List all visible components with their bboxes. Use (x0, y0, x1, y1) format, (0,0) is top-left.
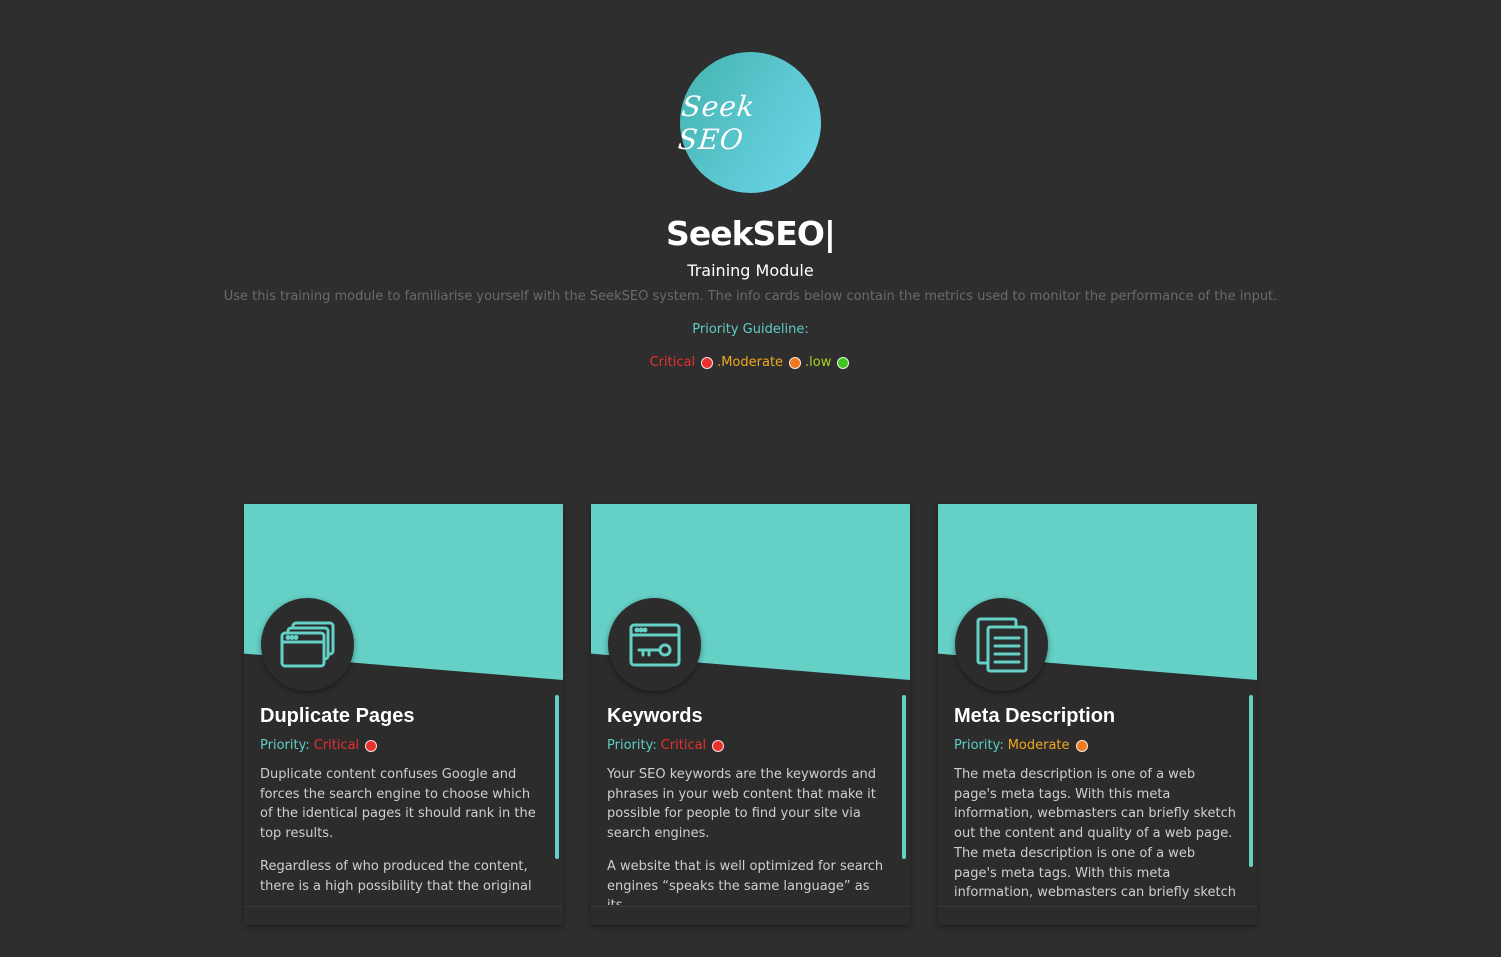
site-subtitle: Training Module (687, 261, 814, 280)
card-paragraph: Regardless of who produced the content, … (260, 858, 532, 894)
card-priority: Priority: Critical (260, 738, 542, 753)
moderate-dot-icon (789, 356, 802, 369)
moderate-dot-icon (1075, 739, 1088, 752)
priority-label: Priority: (260, 738, 310, 753)
card-paragraph: The meta description is one of a web pag… (954, 767, 1236, 905)
browser-key-icon (629, 623, 680, 666)
legend-moderate: .Moderate (717, 355, 803, 370)
card-paragraph: Your SEO keywords are the keywords and p… (607, 767, 877, 842)
logo-text: Seek SEO (676, 89, 757, 156)
card-content[interactable]: Keywords Priority: Critical Your SEO key… (607, 702, 889, 905)
card-paragraph: A website that is well optimized for sea… (607, 858, 884, 905)
low-dot-icon (837, 356, 850, 369)
critical-dot-icon (365, 739, 378, 752)
card-paragraph: Duplicate content confuses Google and fo… (260, 767, 536, 842)
card-scrollbar[interactable] (902, 695, 906, 859)
legend-moderate-label: .Moderate (717, 355, 784, 370)
priority-label: Priority: (954, 738, 1004, 753)
site-description: Use this training module to familiarise … (223, 289, 1278, 304)
info-card-meta-description: Meta Description Priority: Moderate The … (938, 504, 1257, 925)
legend-low: .low (805, 355, 851, 370)
card-icon-badge (261, 598, 354, 691)
card-icon-badge (608, 598, 701, 691)
info-card-duplicate-pages: Duplicate Pages Priority: Critical Dupli… (244, 504, 563, 925)
card-title: Keywords (607, 705, 703, 727)
card-scrollbar[interactable] (555, 695, 559, 859)
priority-label: Priority: (607, 738, 657, 753)
site-title: SeekSEO| (666, 214, 836, 253)
critical-dot-icon (712, 739, 725, 752)
card-priority: Priority: Critical (607, 738, 889, 753)
card-icon-badge (955, 598, 1048, 691)
priority-value: Moderate (1007, 738, 1070, 753)
card-content[interactable]: Duplicate Pages Priority: Critical Dupli… (260, 702, 542, 905)
priority-legend: Critical .Moderate .low (0, 355, 1501, 370)
card-divider (591, 906, 910, 907)
legend-critical-label: Critical (649, 355, 696, 370)
seekseo-logo: Seek SEO (677, 52, 821, 193)
page: Seek SEO SeekSEO| Training Module Use th… (0, 0, 1501, 957)
priority-value: Critical (313, 738, 360, 753)
card-divider (244, 906, 563, 907)
card-divider (938, 906, 1257, 907)
priority-guideline-title: Priority Guideline: (692, 322, 809, 337)
info-card-keywords: Keywords Priority: Critical Your SEO key… (591, 504, 910, 925)
legend-critical: Critical (650, 355, 715, 370)
priority-value: Critical (660, 738, 707, 753)
card-title: Meta Description (954, 705, 1116, 727)
card-title: Duplicate Pages (260, 705, 415, 727)
legend-low-label: .low (805, 355, 832, 370)
browser-windows-icon (280, 621, 334, 667)
documents-icon (976, 617, 1027, 672)
card-content[interactable]: Meta Description Priority: Moderate The … (954, 702, 1236, 905)
card-priority: Priority: Moderate (954, 738, 1236, 753)
critical-dot-icon (701, 356, 714, 369)
card-scrollbar[interactable] (1249, 695, 1253, 867)
